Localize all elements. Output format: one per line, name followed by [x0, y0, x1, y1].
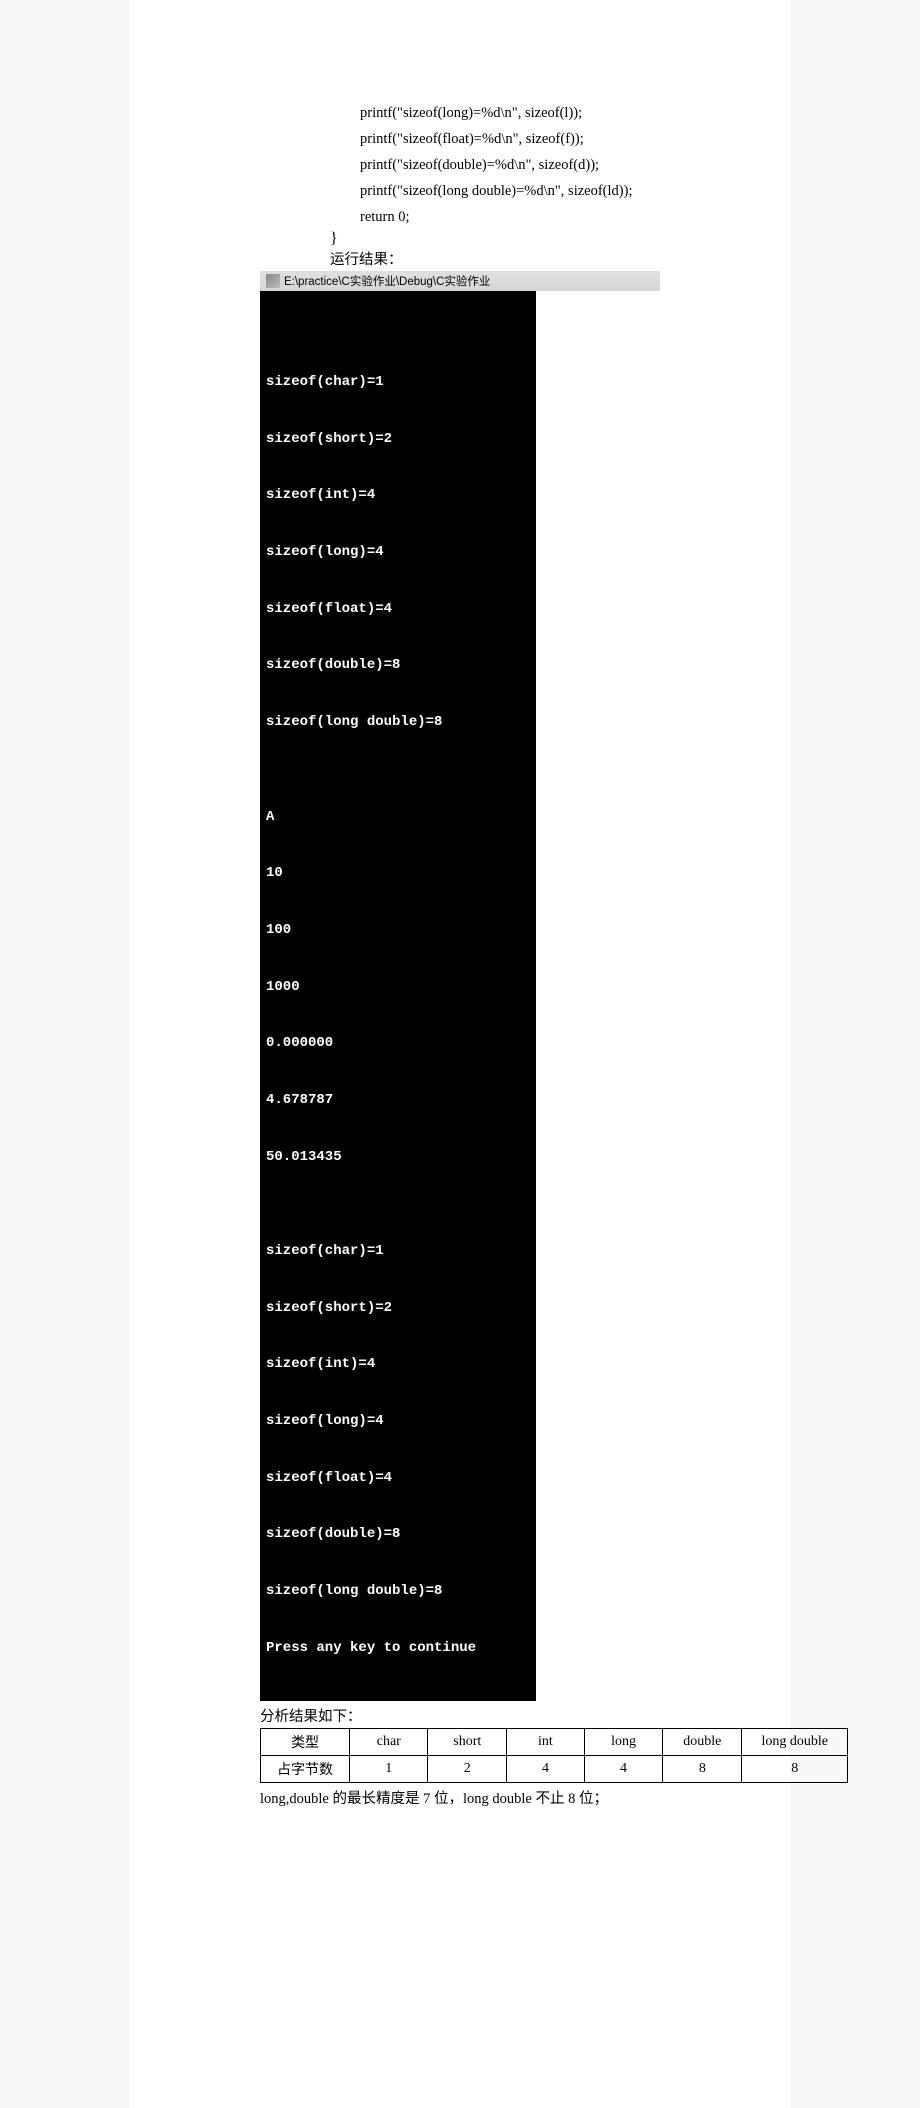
table-cell: 2: [428, 1756, 507, 1783]
table-row: 占字节数 1 2 4 4 8 8: [261, 1756, 848, 1783]
terminal-output: sizeof(char)=1 sizeof(short)=2 sizeof(in…: [260, 291, 536, 1701]
terminal-line: sizeof(char)=1: [266, 1242, 530, 1261]
terminal-line: sizeof(int)=4: [266, 486, 530, 505]
types-table: 类型 char short int long double long doubl…: [260, 1728, 848, 1783]
terminal-title-text: E:\practice\C实验作业\Debug\C实验作业: [284, 273, 490, 289]
table-cell: 8: [663, 1756, 742, 1783]
table-header-cell: double: [663, 1729, 742, 1756]
terminal-line: sizeof(char)=1: [266, 373, 530, 392]
terminal-line: 4.678787: [266, 1091, 530, 1110]
terminal-line: sizeof(long)=4: [266, 543, 530, 562]
document-page: printf("sizeof(long)=%d\n", sizeof(l)); …: [130, 0, 790, 2108]
terminal-line: 50.013435: [266, 1148, 530, 1167]
code-block: printf("sizeof(long)=%d\n", sizeof(l)); …: [360, 100, 660, 230]
table-cell: 1: [350, 1756, 428, 1783]
terminal-line: 100: [266, 921, 530, 940]
terminal-line: sizeof(float)=4: [266, 600, 530, 619]
table-cell: 4: [584, 1756, 662, 1783]
terminal-line: 1000: [266, 978, 530, 997]
terminal-line: sizeof(float)=4: [266, 1469, 530, 1488]
terminal-line: sizeof(long double)=8: [266, 713, 530, 732]
terminal-line: sizeof(double)=8: [266, 656, 530, 675]
code-line: printf("sizeof(long double)=%d\n", sizeo…: [360, 178, 660, 204]
terminal-line: 0.000000: [266, 1034, 530, 1053]
table-header-cell: long double: [742, 1729, 848, 1756]
code-line: printf("sizeof(long)=%d\n", sizeof(l));: [360, 100, 660, 126]
table-header-cell: char: [350, 1729, 428, 1756]
terminal-title-bar: E:\practice\C实验作业\Debug\C实验作业: [260, 271, 660, 291]
code-close-brace: }: [330, 230, 660, 248]
terminal-line: A: [266, 808, 530, 827]
table-cell: 4: [507, 1756, 585, 1783]
terminal-line: sizeof(long)=4: [266, 1412, 530, 1431]
terminal-line: sizeof(short)=2: [266, 430, 530, 449]
table-header-cell: int: [507, 1729, 585, 1756]
table-header-cell: long: [584, 1729, 662, 1756]
code-line: return 0;: [360, 204, 660, 230]
terminal-line: sizeof(double)=8: [266, 1525, 530, 1544]
terminal-line: sizeof(int)=4: [266, 1355, 530, 1374]
table-header-cell: short: [428, 1729, 507, 1756]
table-cell: 8: [742, 1756, 848, 1783]
table-cell: 占字节数: [261, 1756, 350, 1783]
app-icon: [266, 274, 280, 288]
table-header-cell: 类型: [261, 1729, 350, 1756]
conclusion-text: long,double 的最长精度是 7 位，long double 不止 8 …: [260, 1787, 660, 1808]
terminal-line: Press any key to continue: [266, 1639, 530, 1658]
terminal-line: 10: [266, 864, 530, 883]
code-line: printf("sizeof(double)=%d\n", sizeof(d))…: [360, 152, 660, 178]
run-result-label: 运行结果：: [330, 248, 660, 269]
code-line: printf("sizeof(float)=%d\n", sizeof(f));: [360, 126, 660, 152]
analysis-label: 分析结果如下：: [260, 1705, 660, 1726]
table-row: 类型 char short int long double long doubl…: [261, 1729, 848, 1756]
terminal-line: sizeof(long double)=8: [266, 1582, 530, 1601]
